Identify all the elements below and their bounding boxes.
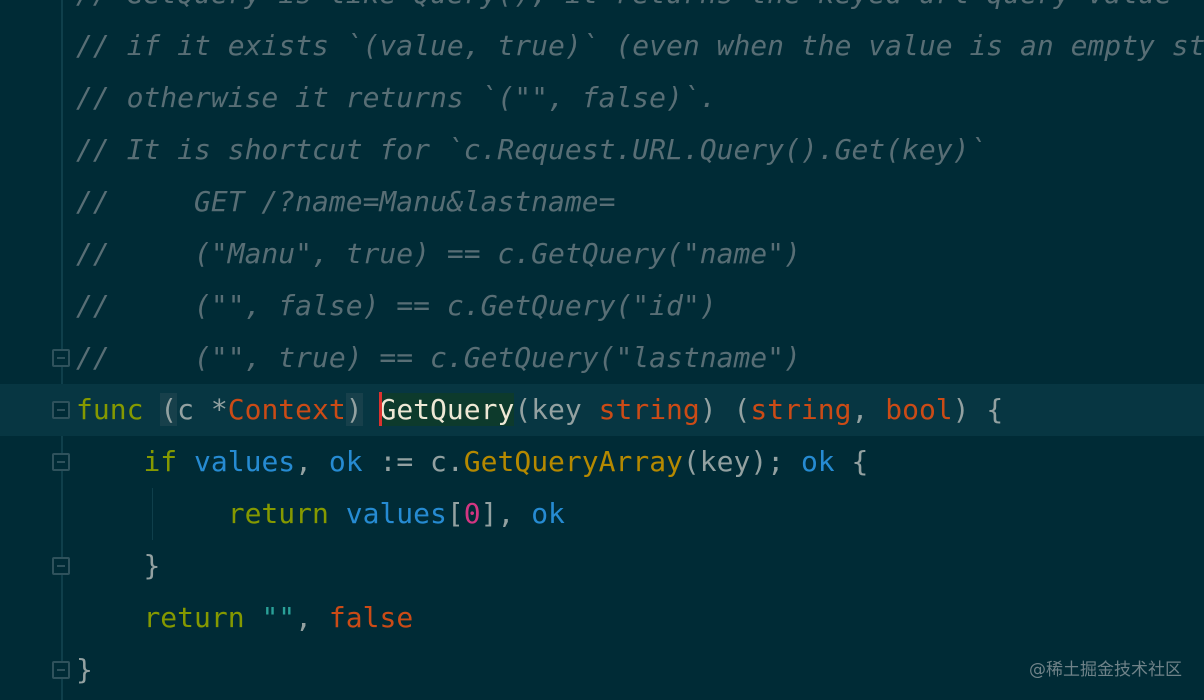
brace-open: { <box>834 445 869 478</box>
comment-text: // GET /?name=Manu&lastname= <box>76 185 616 218</box>
function-name[interactable]: GetQuery <box>379 393 515 426</box>
fold-marker-if-icon[interactable] <box>52 453 70 471</box>
return-statement: return values[0], ok <box>76 488 565 540</box>
comment-text: // otherwise it returns `("", false)`. <box>76 81 717 114</box>
return-type-2: bool <box>885 393 953 426</box>
comment-text: // ("", true) == c.GetQuery("lastname") <box>76 341 801 374</box>
pointer-star: * <box>194 393 228 426</box>
var-values: values <box>345 497 447 530</box>
param-name: key <box>531 393 582 426</box>
brace-close: } <box>76 653 93 686</box>
receiver-type: Context <box>227 393 346 426</box>
comment-text: // It is shortcut for `c.Request.URL.Que… <box>76 133 987 166</box>
code-line-5[interactable]: // ("Manu", true) == c.GetQuery("name") <box>0 228 1204 280</box>
param-type: string <box>598 393 700 426</box>
paren-close: ) <box>345 393 363 426</box>
param-open: ( <box>514 393 532 426</box>
code-line-1[interactable]: // if it exists `(value, true)` (even wh… <box>0 20 1204 72</box>
comment-text: // GetQuery is like Query(), it returns … <box>76 0 1172 20</box>
keyword-return: return <box>143 601 245 634</box>
code-editor[interactable]: // GetQuery is like Query(), it returns … <box>0 0 1204 700</box>
var-ok: ok <box>328 445 363 478</box>
empty-string: "" <box>261 601 296 634</box>
comment-text: // if it exists `(value, true)` (even wh… <box>76 29 1204 62</box>
keyword-if: if <box>143 445 178 478</box>
code-line-return-false[interactable]: return "", false <box>0 592 1204 644</box>
watermark: @稀土掘金技术社区 <box>1029 660 1182 680</box>
var-values: values <box>194 445 296 478</box>
return-comma: , <box>851 393 869 426</box>
brace-close: } <box>76 540 160 592</box>
return-statement: return "", false <box>76 592 413 644</box>
call-args: (key); <box>682 445 801 478</box>
keyword-return: return <box>227 497 329 530</box>
code-line-func[interactable]: func (c *Context) GetQuery(key string) (… <box>0 384 1204 436</box>
return-type-1: string <box>750 393 852 426</box>
call-getqueryarray: GetQueryArray <box>463 445 683 478</box>
assign-op: := c. <box>362 445 464 478</box>
literal-false: false <box>328 601 414 634</box>
cond-ok: ok <box>800 445 835 478</box>
func-signature: func (c *Context) GetQuery(key string) (… <box>76 384 1003 436</box>
keyword-func: func <box>76 393 144 426</box>
fold-marker-if-end-icon[interactable] <box>52 557 70 575</box>
code-line-0[interactable]: // GetQuery is like Query(), it returns … <box>0 0 1204 20</box>
code-line-close-if[interactable]: } <box>0 540 1204 592</box>
comment-text: // ("Manu", true) == c.GetQuery("name") <box>76 237 801 270</box>
code-line-4[interactable]: // GET /?name=Manu&lastname= <box>0 176 1204 228</box>
code-line-close-func[interactable]: } <box>0 644 1204 696</box>
paren-open: ( <box>160 393 178 426</box>
comment-text: // ("", false) == c.GetQuery("id") <box>76 289 717 322</box>
code-line-6[interactable]: // ("", false) == c.GetQuery("id") <box>0 280 1204 332</box>
var-ok: ok <box>531 497 565 530</box>
param-close: ) <box>699 393 717 426</box>
code-line-3[interactable]: // It is shortcut for `c.Request.URL.Que… <box>0 124 1204 176</box>
code-line-2[interactable]: // otherwise it returns `("", false)`. <box>0 72 1204 124</box>
bracket-close: ], <box>480 497 515 530</box>
fold-marker-func-end-icon[interactable] <box>52 661 70 679</box>
index-number: 0 <box>463 497 481 530</box>
brace-open: { <box>969 393 1004 426</box>
return-open: ( <box>716 393 751 426</box>
bracket-open: [ <box>446 497 464 530</box>
comma: , <box>295 601 313 634</box>
fold-marker-comment-end-icon[interactable] <box>52 349 70 367</box>
code-line-if[interactable]: if values, ok := c.GetQueryArray(key); o… <box>0 436 1204 488</box>
code-line-return-values[interactable]: return values[0], ok <box>0 488 1204 540</box>
return-close: ) <box>952 393 970 426</box>
code-line-7[interactable]: // ("", true) == c.GetQuery("lastname") <box>0 332 1204 384</box>
receiver: c <box>177 393 195 426</box>
fold-marker-func-icon[interactable] <box>52 401 70 419</box>
text-cursor <box>379 392 383 426</box>
close-brace: } <box>143 549 161 582</box>
if-statement: if values, ok := c.GetQueryArray(key); o… <box>76 436 868 488</box>
comma: , <box>295 445 313 478</box>
